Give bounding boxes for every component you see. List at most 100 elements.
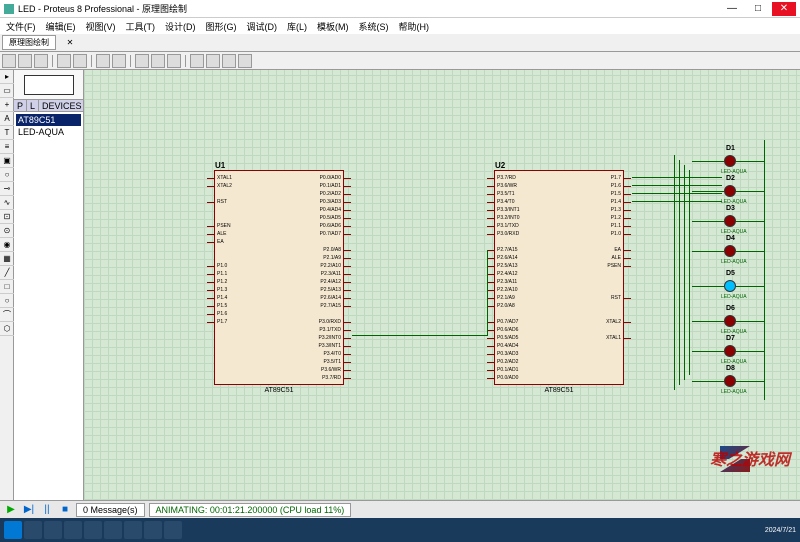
- grid-icon[interactable]: [190, 54, 204, 68]
- start-button[interactable]: [4, 521, 22, 539]
- wire[interactable]: [736, 191, 764, 192]
- close-button[interactable]: ✕: [772, 2, 796, 16]
- zoom-out-icon[interactable]: [222, 54, 236, 68]
- message-count[interactable]: 0 Message(s): [76, 503, 145, 517]
- text-tool-icon[interactable]: T: [0, 126, 14, 140]
- zoom-icon[interactable]: [73, 54, 87, 68]
- wire[interactable]: [632, 201, 722, 202]
- edge-icon[interactable]: [84, 521, 102, 539]
- instrument-tool-icon[interactable]: ▦: [0, 252, 14, 266]
- menu-graph[interactable]: 图形(G): [206, 20, 237, 33]
- wire[interactable]: [736, 321, 764, 322]
- pin-tool-icon[interactable]: ⊸: [0, 182, 14, 196]
- step-button[interactable]: ▶|: [22, 503, 36, 517]
- led-D6[interactable]: [724, 315, 736, 327]
- menu-tools[interactable]: 工具(T): [126, 20, 156, 33]
- clock[interactable]: 2024/7/21: [765, 527, 796, 534]
- hdr-p[interactable]: P: [14, 100, 27, 111]
- subcircuit-tool-icon[interactable]: ▣: [0, 154, 14, 168]
- pause-button[interactable]: ||: [40, 503, 54, 517]
- wire[interactable]: [692, 351, 724, 352]
- redo-icon[interactable]: [112, 54, 126, 68]
- wire[interactable]: [736, 161, 764, 162]
- wire[interactable]: [692, 321, 724, 322]
- wire[interactable]: [692, 191, 724, 192]
- menu-template[interactable]: 模板(M): [317, 20, 349, 33]
- led-D7[interactable]: [724, 345, 736, 357]
- menu-file[interactable]: 文件(F): [6, 20, 36, 33]
- wire[interactable]: [736, 286, 764, 287]
- device-item[interactable]: LED-AQUA: [16, 126, 81, 138]
- device-item[interactable]: AT89C51: [16, 114, 81, 126]
- tape-tool-icon[interactable]: ⊡: [0, 210, 14, 224]
- app-icon[interactable]: [124, 521, 142, 539]
- wire[interactable]: [487, 250, 488, 336]
- wire[interactable]: [736, 351, 764, 352]
- menu-system[interactable]: 系统(S): [359, 20, 389, 33]
- chip-U2[interactable]: U2AT89C51P3.7/RDP3.6/WRP3.5/T1P3.4/T0P3.…: [494, 170, 624, 385]
- graph-tool-icon[interactable]: ∿: [0, 196, 14, 210]
- undo-icon[interactable]: [96, 54, 110, 68]
- led-D4[interactable]: [724, 245, 736, 257]
- zoom-fit-icon[interactable]: [238, 54, 252, 68]
- wire[interactable]: [736, 251, 764, 252]
- led-D3[interactable]: [724, 215, 736, 227]
- chip-U1[interactable]: U1AT89C51XTAL1XTAL2RSTPSENALEEAP1.0P1.1P…: [214, 170, 344, 385]
- tab-schematic[interactable]: 原理图绘制: [2, 35, 56, 50]
- led-D1[interactable]: [724, 155, 736, 167]
- menu-help[interactable]: 帮助(H): [399, 20, 430, 33]
- menu-debug[interactable]: 调试(D): [247, 20, 278, 33]
- menu-edit[interactable]: 编辑(E): [46, 20, 76, 33]
- play-button[interactable]: ▶: [4, 503, 18, 517]
- wire[interactable]: [632, 193, 722, 194]
- wire[interactable]: [632, 177, 722, 178]
- explorer-icon[interactable]: [64, 521, 82, 539]
- wire[interactable]: [736, 221, 764, 222]
- wire[interactable]: [736, 381, 764, 382]
- junction-tool-icon[interactable]: +: [0, 98, 14, 112]
- wire[interactable]: [764, 140, 765, 400]
- generator-tool-icon[interactable]: ⊙: [0, 224, 14, 238]
- stop-button[interactable]: ■: [58, 503, 72, 517]
- led-D8[interactable]: [724, 375, 736, 387]
- arc-tool-icon[interactable]: ⌒: [0, 308, 14, 322]
- wire[interactable]: [632, 185, 722, 186]
- wire[interactable]: [352, 335, 487, 336]
- cut-icon[interactable]: [135, 54, 149, 68]
- led-D5[interactable]: [724, 280, 736, 292]
- menu-view[interactable]: 视图(V): [86, 20, 116, 33]
- paste-icon[interactable]: [167, 54, 181, 68]
- schematic-canvas[interactable]: U1AT89C51XTAL1XTAL2RSTPSENALEEAP1.0P1.1P…: [84, 70, 800, 500]
- menu-library[interactable]: 库(L): [287, 20, 307, 33]
- tab-close-icon[interactable]: ✕: [58, 36, 82, 50]
- probe-tool-icon[interactable]: ◉: [0, 238, 14, 252]
- open-icon[interactable]: [18, 54, 32, 68]
- task-view-icon[interactable]: [44, 521, 62, 539]
- zoom-in-icon[interactable]: [206, 54, 220, 68]
- hdr-l[interactable]: L: [27, 100, 39, 111]
- maximize-button[interactable]: □: [746, 2, 770, 16]
- wire[interactable]: [692, 221, 724, 222]
- wire[interactable]: [692, 286, 724, 287]
- led-D2[interactable]: [724, 185, 736, 197]
- bus-tool-icon[interactable]: ≡: [0, 140, 14, 154]
- search-icon[interactable]: [24, 521, 42, 539]
- save-icon[interactable]: [34, 54, 48, 68]
- app-icon[interactable]: [104, 521, 122, 539]
- wire[interactable]: [674, 155, 675, 390]
- wire[interactable]: [684, 165, 685, 380]
- path-tool-icon[interactable]: ⬡: [0, 322, 14, 336]
- print-icon[interactable]: [57, 54, 71, 68]
- line-tool-icon[interactable]: ╱: [0, 266, 14, 280]
- copy-icon[interactable]: [151, 54, 165, 68]
- select-tool-icon[interactable]: ▸: [0, 70, 14, 84]
- wire[interactable]: [692, 251, 724, 252]
- menu-design[interactable]: 设计(D): [165, 20, 196, 33]
- circle-tool-icon[interactable]: ○: [0, 294, 14, 308]
- wire[interactable]: [692, 161, 724, 162]
- box-tool-icon[interactable]: □: [0, 280, 14, 294]
- minimize-button[interactable]: —: [720, 2, 744, 16]
- terminal-tool-icon[interactable]: ○: [0, 168, 14, 182]
- label-tool-icon[interactable]: A: [0, 112, 14, 126]
- new-icon[interactable]: [2, 54, 16, 68]
